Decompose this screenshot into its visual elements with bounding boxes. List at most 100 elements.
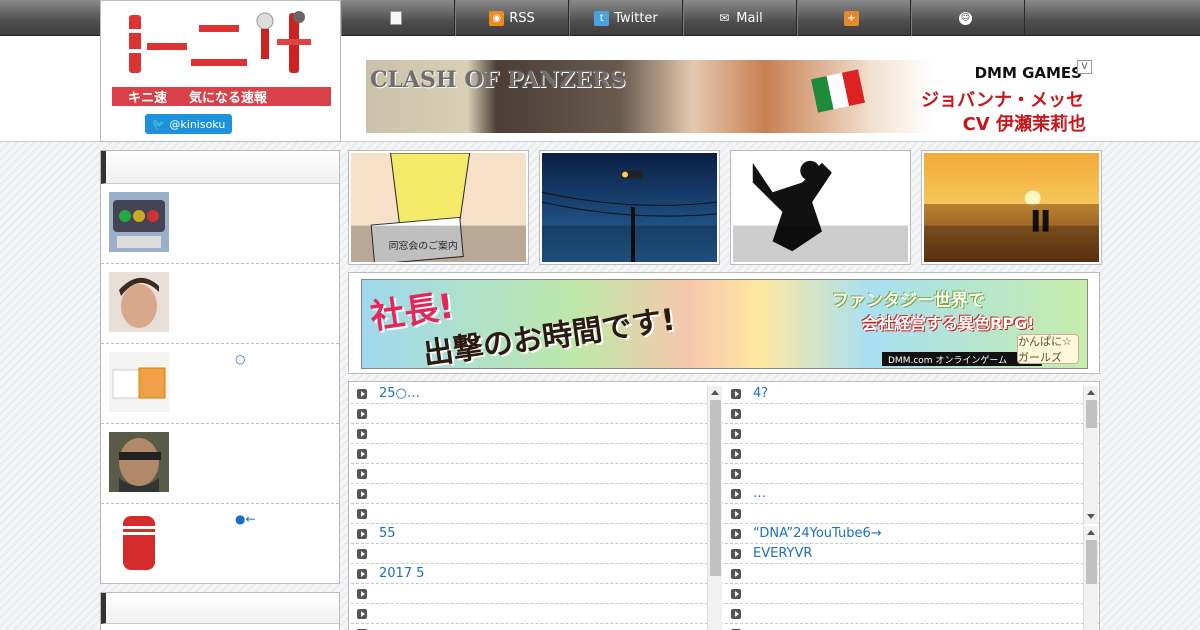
news-item[interactable] — [351, 624, 723, 630]
banner-game-logo: かんぱに☆ガールズ — [1017, 334, 1079, 364]
arrow-bullet-icon — [731, 488, 741, 499]
silhouette-thumbnail — [733, 153, 908, 262]
news-item[interactable] — [351, 584, 723, 604]
news-list-right: 4? … “DNA”24YouTube6→ EVERYVR — [725, 384, 1099, 630]
news-item[interactable] — [351, 484, 723, 504]
arrow-bullet-icon — [357, 448, 367, 459]
banner-game-title: CLASH OF PANZERS — [370, 67, 626, 93]
featured-item[interactable] — [539, 150, 720, 265]
logo-illustration — [127, 11, 311, 73]
arrow-bullet-icon — [731, 528, 741, 539]
mail-icon: ✉ — [719, 11, 730, 25]
arrow-bullet-icon — [357, 388, 367, 399]
nav-label: Mail — [736, 10, 763, 26]
news-column-right: 4? … “DNA”24YouTube6→ EVERYVR — [725, 384, 1099, 630]
featured-item[interactable] — [921, 150, 1102, 265]
news-item[interactable] — [725, 564, 1099, 584]
banner-headline-2: 出撃のお時間です! — [421, 302, 678, 369]
sidebar-item[interactable] — [101, 424, 339, 504]
news-item[interactable] — [351, 544, 723, 564]
news-item[interactable]: EVERYVR — [725, 544, 1099, 564]
power-lines-thumbnail — [541, 153, 718, 262]
top-ad-banner[interactable]: CLASH OF PANZERS DMM GAMES ジョバンナ・メッセ CV … — [366, 60, 1092, 133]
sidebar-item[interactable] — [101, 264, 339, 344]
sidebar-second-widget — [100, 592, 340, 630]
scroll-up-icon[interactable] — [1087, 530, 1095, 535]
sidebar-item-title: ●← — [235, 512, 256, 526]
sidebar-ranking: ○ ●← — [100, 150, 340, 584]
nav-item-rss[interactable]: ◉ RSS — [455, 0, 569, 36]
news-item[interactable] — [725, 504, 1099, 524]
scroll-thumb[interactable] — [1086, 540, 1097, 584]
news-title: 25○… — [379, 386, 420, 401]
news-item[interactable] — [351, 604, 723, 624]
banner-character: ジョバンナ・メッセ — [921, 90, 1084, 111]
news-item[interactable] — [725, 424, 1099, 444]
news-item[interactable]: 25○… — [351, 384, 723, 404]
news-item[interactable]: “DNA”24YouTube6→ — [725, 524, 1099, 544]
news-item[interactable] — [725, 464, 1099, 484]
left-scrollbar[interactable] — [707, 386, 722, 630]
logo-tagline: 気になる速報 — [189, 91, 268, 106]
news-item[interactable]: … — [725, 484, 1099, 504]
nav-item-mail[interactable]: ✉ Mail — [683, 0, 797, 36]
banner-image: 社長! 出撃のお時間です! ファンタジー世界で 会社経営する異色RPG! DMM… — [361, 279, 1088, 369]
news-item[interactable] — [725, 404, 1099, 424]
news-item[interactable] — [351, 464, 723, 484]
nav-item-calendar[interactable]: + — [797, 0, 911, 36]
banner-flag — [810, 69, 866, 113]
sidebar-item[interactable]: ●← — [101, 504, 339, 584]
sidebar-item[interactable]: ○ — [101, 344, 339, 424]
calendar-icon: + — [844, 10, 859, 26]
logo-strip: キニ速 気になる速報 — [112, 87, 331, 106]
arrow-bullet-icon — [357, 528, 367, 539]
sidebar-item[interactable] — [101, 184, 339, 264]
news-item[interactable] — [725, 604, 1099, 624]
site-logo[interactable]: キニ速 気になる速報 🐦 @kinisoku — [100, 0, 341, 142]
news-title: 55 — [379, 526, 396, 541]
ad-choices-icon[interactable]: V — [1077, 60, 1092, 74]
news-item[interactable] — [351, 424, 723, 444]
news-feed: 25○… 55 2017 5 4? … “DNA”24YouTube6→ EVE… — [348, 381, 1100, 630]
rss-icon: ◉ — [489, 10, 505, 26]
box-thumbnail — [109, 352, 169, 412]
featured-articles: 同窓会のご案内 — [348, 150, 1102, 265]
scroll-up-icon[interactable] — [1087, 390, 1095, 395]
featured-item[interactable] — [730, 150, 911, 265]
banner-copy-1: ファンタジー世界で — [832, 291, 985, 311]
scroll-down-icon[interactable] — [1087, 514, 1095, 519]
arrow-bullet-icon — [731, 568, 741, 579]
twitter-bird-icon: 🐦 — [151, 117, 166, 131]
nav-item-face[interactable]: ☺ — [911, 0, 1025, 36]
scroll-thumb[interactable] — [710, 400, 721, 576]
arrow-bullet-icon — [357, 428, 367, 439]
nav-label: Twitter — [614, 10, 658, 26]
scroll-up-icon[interactable] — [711, 390, 719, 395]
news-item[interactable] — [725, 584, 1099, 604]
right-scrollbar-bottom[interactable] — [1083, 526, 1098, 630]
man-face-thumbnail — [109, 272, 169, 332]
middle-ad-banner[interactable]: 社長! 出撃のお時間です! ファンタジー世界で 会社経営する異色RPG! DMM… — [348, 272, 1100, 374]
face-icon: ☺ — [959, 11, 972, 25]
news-item[interactable]: 55 — [351, 524, 723, 544]
news-title: “DNA”24YouTube6→ — [753, 526, 882, 541]
right-scrollbar-top[interactable] — [1083, 386, 1098, 524]
nav-item-document[interactable] — [341, 0, 455, 36]
scroll-thumb[interactable] — [1086, 400, 1097, 428]
arrow-bullet-icon — [357, 408, 367, 419]
arrow-bullet-icon — [731, 448, 741, 459]
twitter-follow-button[interactable]: 🐦 @kinisoku — [145, 114, 232, 134]
news-item[interactable] — [351, 404, 723, 424]
nav-item-twitter[interactable]: t Twitter — [569, 0, 683, 36]
news-item[interactable] — [725, 444, 1099, 464]
news-item[interactable]: 2017 5 — [351, 564, 723, 584]
news-item[interactable] — [351, 504, 723, 524]
logo-title: キニ速 — [128, 91, 168, 106]
sidebar-item-title: ○ — [235, 352, 246, 366]
arrow-bullet-icon — [731, 468, 741, 479]
sidebar-heading — [101, 151, 339, 184]
news-item[interactable] — [351, 444, 723, 464]
news-item[interactable]: 4? — [725, 384, 1099, 404]
news-item[interactable] — [725, 624, 1099, 630]
featured-item[interactable]: 同窓会のご案内 — [348, 150, 529, 265]
